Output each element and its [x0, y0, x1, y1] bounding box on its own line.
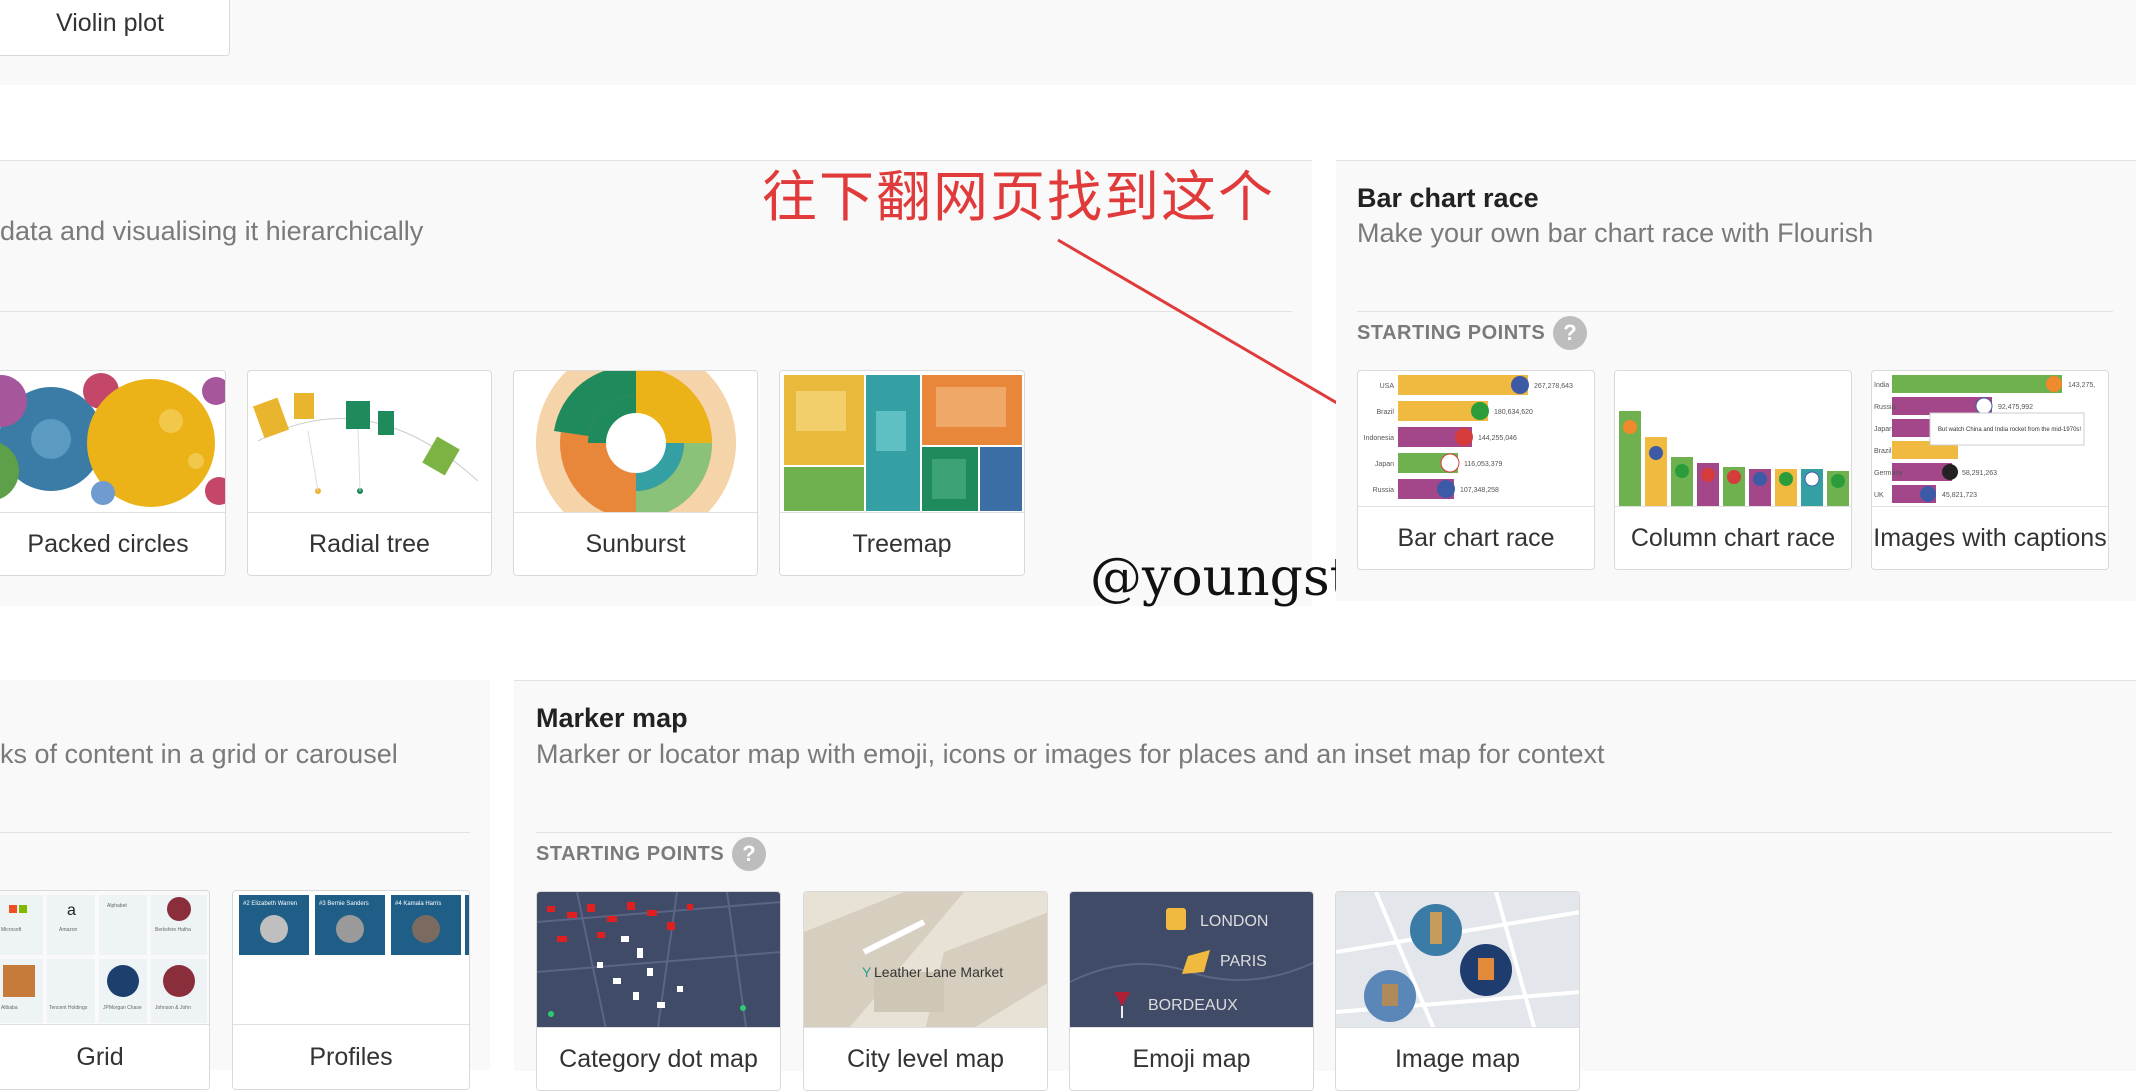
- image-map-thumbnail: [1336, 892, 1579, 1034]
- grid-item: Alibaba: [1, 1005, 18, 1011]
- images-with-captions-thumbnail: But watch China and India rocket from th…: [1872, 371, 2108, 507]
- profiles-label: Profiles: [233, 1024, 469, 1089]
- grid-item: Microsoft: [1, 927, 22, 933]
- image-map-card[interactable]: Image map: [1335, 891, 1580, 1091]
- emoji-map-label: Emoji map: [1070, 1027, 1313, 1090]
- bar-chart-race-starting-points: STARTING POINTS ?: [1357, 316, 1588, 350]
- profiles-thumbnail: #2 Elizabeth Warren #3 Bernie Sanders #4…: [233, 891, 469, 1027]
- img-row-name: Germany: [1874, 470, 1903, 477]
- img-row-name: India: [1874, 382, 1889, 389]
- grid-item: Berkshire Hatha: [155, 927, 191, 933]
- grid-item: Alphabet: [107, 903, 127, 909]
- images-with-captions-label: Images with captions: [1872, 506, 2108, 569]
- bar-chart-race-title: Bar chart race: [1357, 183, 1539, 213]
- img-row-name: Japan: [1874, 426, 1893, 433]
- img-row-value: 143,275,: [2068, 382, 2095, 389]
- marker-map-starting-points: STARTING POINTS ?: [536, 837, 767, 871]
- emoji-label: LONDON: [1200, 913, 1268, 930]
- column-chart-race-label: Column chart race: [1615, 506, 1851, 569]
- img-row-value: 58,291,263: [1962, 470, 1997, 477]
- bar-row-value: 144,255,046: [1478, 435, 1517, 442]
- images-with-captions-card[interactable]: But watch China and India rocket from th…: [1871, 370, 2109, 570]
- bar-row-name: Russia: [1373, 487, 1395, 494]
- grid-item: Johnson & John: [155, 1005, 191, 1011]
- grid-label: Grid: [0, 1024, 209, 1089]
- city-level-map-card[interactable]: Leather Lane Market Y City level map: [803, 891, 1048, 1091]
- img-row-name: Russia: [1874, 404, 1896, 411]
- emoji-map-thumbnail: LONDON PARIS BORDEAUX: [1070, 892, 1313, 1034]
- marker-map-title: Marker map: [536, 703, 688, 733]
- category-dot-map-thumbnail: [537, 892, 780, 1034]
- column-chart-race-thumbnail: [1615, 371, 1851, 507]
- bar-chart-race-subtitle: Make your own bar chart race with Flouri…: [1357, 218, 1874, 248]
- help-icon[interactable]: ?: [732, 837, 767, 871]
- grid-item: Tencent Holdings: [49, 1005, 88, 1011]
- emoji-map-card[interactable]: LONDON PARIS BORDEAUX Emoji map: [1069, 891, 1314, 1091]
- column-chart-race-card[interactable]: Column chart race: [1614, 370, 1852, 570]
- bar-row-name: USA: [1380, 383, 1395, 390]
- help-icon[interactable]: ?: [1553, 316, 1588, 350]
- bar-row-name: Indonesia: [1364, 435, 1394, 442]
- profiles-card[interactable]: #2 Elizabeth Warren #3 Bernie Sanders #4…: [232, 890, 470, 1090]
- images-caption: But watch China and India rocket from th…: [1938, 427, 2081, 433]
- cards-subtitle: ks of content in a grid or carousel: [0, 739, 398, 769]
- city-level-map-thumbnail: Leather Lane Market Y: [804, 892, 1047, 1034]
- bar-row-value: 116,053,379: [1464, 461, 1503, 468]
- img-row-value: 45,821,723: [1942, 492, 1977, 499]
- bar-row-value: 107,348,258: [1460, 487, 1499, 494]
- svg-text:a: a: [67, 902, 76, 919]
- bar-row-value: 180,634,620: [1494, 409, 1533, 416]
- category-dot-map-card[interactable]: Category dot map: [536, 891, 781, 1091]
- fork-knife-icon: Y: [862, 964, 872, 980]
- bar-chart-race-label: Bar chart race: [1358, 506, 1594, 569]
- grid-thumbnail: Microsoft a Amazon Alphabet Berkshire Ha…: [0, 891, 209, 1027]
- city-level-map-label: City level map: [804, 1027, 1047, 1090]
- bar-row-name: Brazil: [1376, 409, 1394, 416]
- bar-chart-race-thumbnail: USA 267,278,643 Brazil 180,634,620 Indon…: [1358, 371, 1594, 507]
- img-row-name: Brazil: [1874, 448, 1892, 455]
- bar-row-value: 267,278,643: [1534, 383, 1573, 390]
- category-dot-map-label: Category dot map: [537, 1027, 780, 1090]
- cards-divider: [0, 832, 470, 833]
- city-map-label: Leather Lane Market: [874, 964, 1003, 980]
- bar-chart-race-card[interactable]: USA 267,278,643 Brazil 180,634,620 Indon…: [1357, 370, 1595, 570]
- profile-item: #3 Bernie Sanders: [319, 901, 369, 907]
- grid-card[interactable]: Microsoft a Amazon Alphabet Berkshire Ha…: [0, 890, 210, 1090]
- image-map-label: Image map: [1336, 1027, 1579, 1090]
- marker-map-divider: [536, 832, 2112, 833]
- profile-item: #4 Kamala Harris: [395, 901, 441, 907]
- profile-item: #2 Elizabeth Warren: [243, 901, 297, 907]
- emoji-label: PARIS: [1220, 953, 1267, 970]
- starting-points-label: STARTING POINTS: [1357, 321, 1546, 344]
- emoji-label: BORDEAUX: [1148, 997, 1238, 1014]
- bar-row-name: Japan: [1375, 461, 1394, 468]
- img-row-name: UK: [1874, 492, 1884, 499]
- marker-map-subtitle: Marker or locator map with emoji, icons …: [536, 739, 1605, 769]
- grid-item: JPMorgan Chase: [103, 1005, 142, 1011]
- starting-points-label: STARTING POINTS: [536, 842, 725, 865]
- grid-item: Amazon: [59, 927, 78, 933]
- img-row-value: 92,475,992: [1998, 404, 2033, 411]
- bar-chart-race-divider: [1357, 311, 2113, 312]
